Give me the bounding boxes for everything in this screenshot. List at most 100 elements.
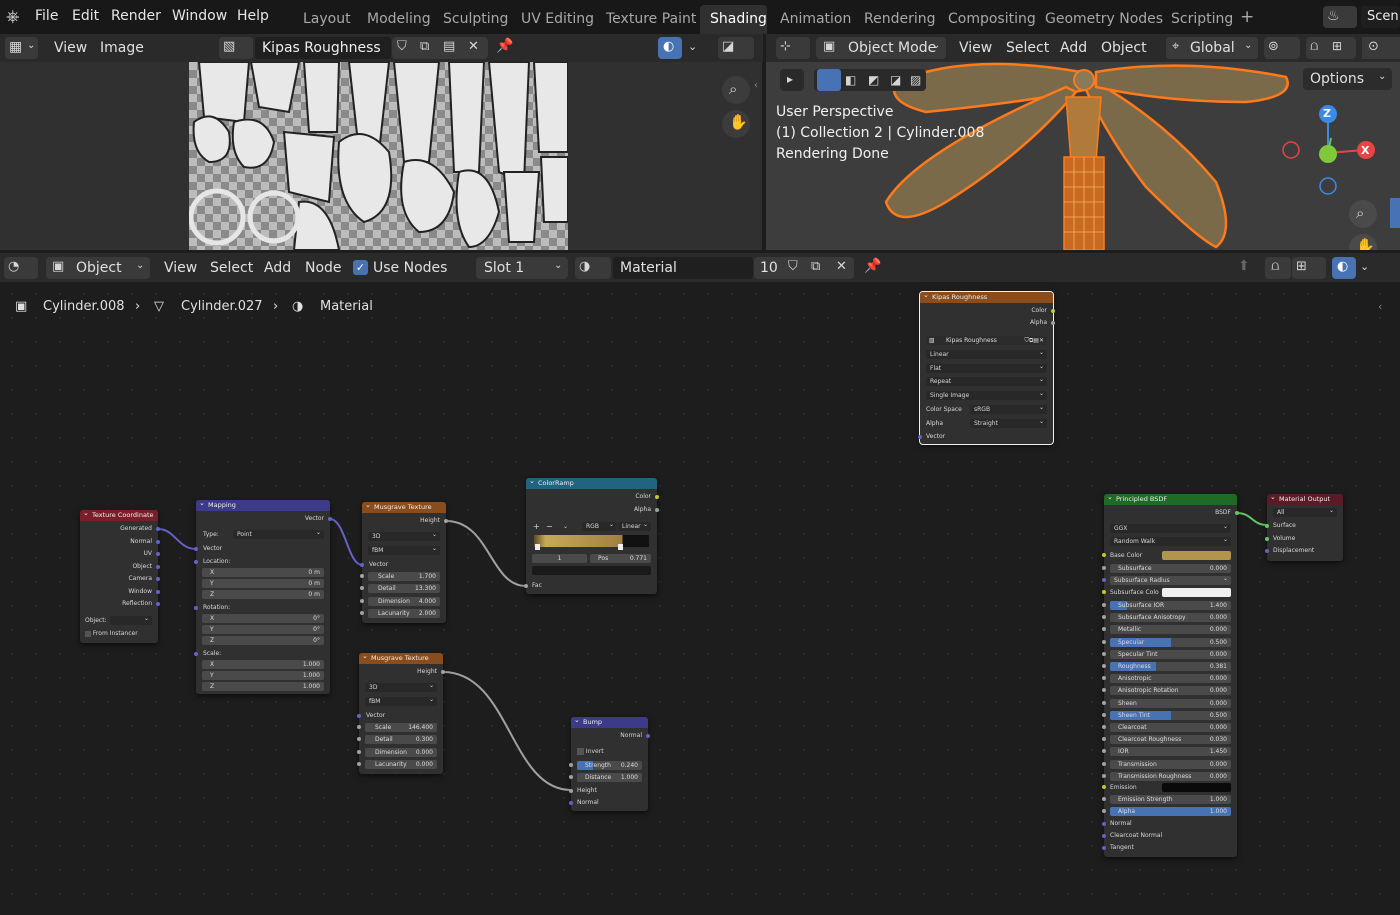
color-space-dropdown[interactable]: sRGB	[970, 405, 1047, 414]
musgrave-type-dropdown[interactable]: fBM	[365, 697, 437, 706]
bsdf-field-sheen-tint[interactable]: Sheen Tint0.500	[1110, 711, 1231, 720]
dimensions-dropdown[interactable]: 3D	[368, 532, 440, 541]
socket-alpha-out[interactable]	[1051, 321, 1055, 325]
select-new-icon[interactable]	[817, 69, 841, 91]
zoom-button[interactable]: ⌕	[722, 76, 750, 104]
socket-subsurface-anisotropy-in[interactable]	[1102, 615, 1106, 619]
socket-fac-in[interactable]	[524, 584, 528, 588]
user-count[interactable]: 10	[760, 260, 778, 276]
close-icon[interactable]: ✕	[836, 259, 847, 274]
dimension-field[interactable]: Dimension4.000	[368, 597, 440, 606]
socket-subsurface-ior-in[interactable]	[1102, 603, 1106, 607]
socket-dimension-in[interactable]	[360, 599, 364, 603]
tab-compositing[interactable]: Compositing	[948, 11, 1036, 27]
menu-image[interactable]: Image	[100, 40, 144, 56]
socket-clearcoat-roughness-in[interactable]	[1102, 737, 1106, 741]
node-musgrave-texture-2[interactable]: Musgrave Texture Height 3D fBM Vector Sc…	[359, 653, 443, 774]
socket-clearcoat-normal-in[interactable]	[1102, 834, 1106, 838]
close-icon[interactable]: ✕	[468, 39, 479, 54]
socket-window-out[interactable]	[156, 590, 160, 594]
object-field[interactable]	[110, 616, 152, 625]
pivot-button[interactable]: ⊚	[1264, 37, 1300, 59]
bsdf-field-metallic[interactable]: Metallic0.000	[1110, 625, 1231, 634]
zoom-button[interactable]: ⌕	[1349, 200, 1377, 228]
emission-color-swatch[interactable]	[1162, 783, 1231, 792]
alpha-field[interactable]: Alpha1.000	[1110, 807, 1231, 816]
subsurface-method-dropdown[interactable]: Random Walk	[1110, 537, 1231, 546]
bsdf-field-sheen[interactable]: Sheen0.000	[1110, 699, 1231, 708]
socket-normal-out[interactable]	[156, 540, 160, 544]
select-difference-icon[interactable]: ◪	[890, 73, 901, 87]
pan-button[interactable]: ✋	[1349, 234, 1377, 250]
node-musgrave-texture-1[interactable]: Musgrave Texture Height 3D fBM Vector Sc…	[362, 502, 446, 623]
rotation-x-field[interactable]: X0°	[202, 614, 324, 623]
node-mapping[interactable]: Mapping Vector Type: Point Vector Locati…	[196, 500, 330, 694]
add-workspace-icon[interactable]: +	[1240, 7, 1254, 27]
menu-window[interactable]: Window	[172, 8, 227, 24]
socket-normal-out[interactable]	[646, 734, 650, 738]
tab-texture-paint[interactable]: Texture Paint	[606, 11, 696, 27]
socket-color-out[interactable]	[655, 495, 659, 499]
socket-color-out[interactable]	[1051, 309, 1055, 313]
bsdf-field-roughness[interactable]: Roughness0.381	[1110, 662, 1231, 671]
strength-field[interactable]: Strength0.240	[577, 761, 642, 770]
navigation-gizmo[interactable]	[1276, 100, 1386, 210]
lacunarity-field[interactable]: Lacunarity2.000	[368, 609, 440, 618]
socket-height-out[interactable]	[441, 670, 445, 674]
select-tool-button[interactable]: ▸	[780, 69, 804, 91]
subsurface-field[interactable]: Subsurface0.000	[1110, 564, 1231, 573]
projection-dropdown[interactable]: Flat	[926, 364, 1047, 373]
bsdf-field-specular[interactable]: Specular0.500	[1110, 638, 1231, 647]
tab-uv-editing[interactable]: UV Editing	[521, 11, 594, 27]
bsdf-field-specular-tint[interactable]: Specular Tint0.000	[1110, 650, 1231, 659]
alpha-mode-dropdown[interactable]: Straight	[970, 419, 1047, 428]
menu-edit[interactable]: Edit	[72, 8, 99, 24]
pin-icon[interactable]: 📌	[496, 38, 513, 54]
node-material-output[interactable]: Material Output All Surface Volume Displ…	[1267, 494, 1343, 561]
image-name-field[interactable]: Kipas Roughness	[255, 37, 391, 59]
invert-checkbox[interactable]: Invert	[577, 747, 604, 756]
fake-user-icon[interactable]: ⛉	[397, 39, 407, 54]
bsdf-field-clearcoat-roughness[interactable]: Clearcoat Roughness0.030	[1110, 735, 1231, 744]
shader-node-editor[interactable]: ▣ Cylinder.008 › ▽ Cylinder.027 › ◑ Mate…	[0, 282, 1400, 915]
menu-render[interactable]: Render	[111, 8, 161, 24]
vp-menu-view[interactable]: View	[959, 40, 992, 56]
duplicate-icon[interactable]: ⧉	[811, 259, 820, 274]
ne-menu-add[interactable]: Add	[264, 260, 291, 276]
socket-vector-in[interactable]	[918, 435, 922, 439]
instancer-checkbox[interactable]: From Instancer	[85, 629, 138, 638]
socket-alpha-in[interactable]	[1102, 809, 1106, 813]
socket-specular-tint-in[interactable]	[1102, 652, 1106, 656]
socket-normal-in[interactable]	[1102, 822, 1106, 826]
bsdf-field-subsurface-ior[interactable]: Subsurface IOR1.400	[1110, 601, 1231, 610]
bsdf-field-transmission[interactable]: Transmission0.000	[1110, 760, 1231, 769]
chevron-down-icon[interactable]: ⌄	[688, 40, 697, 53]
bsdf-field-anisotropic[interactable]: Anisotropic0.000	[1110, 674, 1231, 683]
ramp-interpolation-dropdown[interactable]: Linear	[618, 522, 651, 531]
vp-menu-add[interactable]: Add	[1060, 40, 1087, 56]
bsdf-field-anisotropic-rotation[interactable]: Anisotropic Rotation0.000	[1110, 686, 1231, 695]
extension-dropdown[interactable]: Repeat	[926, 377, 1047, 386]
socket-generated-out[interactable]	[156, 527, 160, 531]
socket-alpha-out[interactable]	[655, 508, 659, 512]
socket-transmission-roughness-in[interactable]	[1102, 774, 1106, 778]
render-target-dropdown[interactable]: All	[1273, 508, 1337, 517]
socket-dimension-in[interactable]	[357, 750, 361, 754]
socket-clearcoat-in[interactable]	[1102, 725, 1106, 729]
remove-stop-button[interactable]: −	[546, 522, 553, 531]
socket-bsdf-out[interactable]	[1235, 511, 1239, 515]
socket-lacunarity-in[interactable]	[357, 762, 361, 766]
sidebar-toggle-icon[interactable]: ‹	[754, 80, 758, 91]
ramp-stop-0[interactable]	[535, 544, 540, 550]
proportional-edit-button[interactable]: ⊙	[1362, 37, 1400, 59]
socket-anisotropic-in[interactable]	[1102, 676, 1106, 680]
socket-ior-in[interactable]	[1102, 749, 1106, 753]
tab-modeling[interactable]: Modeling	[367, 11, 431, 27]
node-image-texture[interactable]: Kipas Roughness Color Alpha ▧ Kipas Roug…	[920, 292, 1053, 444]
use-nodes-checkbox[interactable]: ✓	[353, 260, 368, 275]
color-mode-dropdown[interactable]: RGB	[582, 522, 617, 531]
menu-file[interactable]: File	[35, 8, 58, 24]
socket-anisotropic-rotation-in[interactable]	[1102, 688, 1106, 692]
distance-field[interactable]: Distance1.000	[577, 773, 642, 782]
socket-vector-in[interactable]	[360, 563, 364, 567]
